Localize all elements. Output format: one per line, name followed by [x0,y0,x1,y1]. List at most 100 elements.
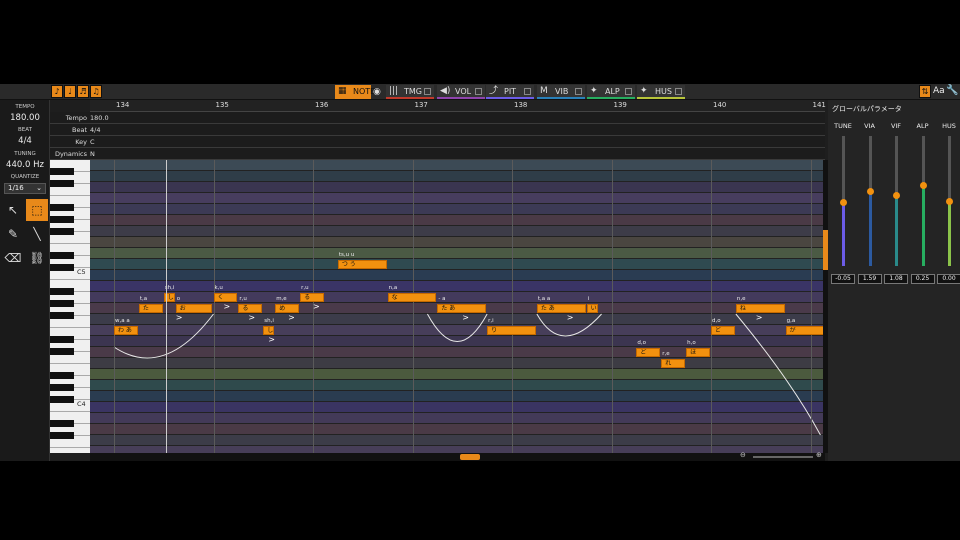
param-slider-fill [948,201,951,266]
zoom-slider[interactable] [753,456,813,458]
phoneme-label: t,a [139,296,148,302]
black-key[interactable] [50,372,74,379]
key-row[interactable]: Key C [50,136,825,148]
tab-note[interactable]: ▦ NOTE ◉ [335,85,381,99]
tempo-value[interactable]: 180.00 [0,113,50,123]
note-block[interactable]: ど [711,326,735,335]
note-block[interactable]: お [175,304,213,313]
pitch-tool-icon[interactable]: ♬ [77,85,89,98]
bar-line [114,160,115,453]
tab-visibility-checkbox[interactable] [424,88,431,95]
pencil-tool-icon[interactable]: ✎ [2,223,24,245]
note-block[interactable]: ね [735,304,785,313]
note-block[interactable]: し [263,326,275,335]
note-block[interactable]: た あ [536,304,586,313]
black-key[interactable] [50,420,74,427]
param-slider-knob[interactable] [866,187,874,195]
param-slider-knob[interactable] [946,198,953,205]
param-slider-knob[interactable] [840,199,847,207]
note-block[interactable]: ほ [686,348,710,357]
tab-visibility-checkbox[interactable] [625,88,632,95]
black-key[interactable] [50,168,74,175]
phoneme-tool-icon[interactable]: ♫ [90,85,102,98]
eye-icon[interactable]: ◉ [373,86,385,97]
tab-hus[interactable]: ✦ HUS [637,85,685,99]
accent-icon: > [223,302,231,311]
note-block[interactable]: れ [661,359,686,368]
piano-keyboard[interactable]: C5 C4 [50,160,90,453]
note-block[interactable]: つ う [337,260,387,269]
white-key[interactable] [50,448,90,453]
bar-ruler[interactable]: 134 135 136 137 138 139 140 141 [90,100,826,112]
tempo-row[interactable]: Tempo 180.0 [50,112,825,124]
tab-pit[interactable]: ⤴ PIT [486,85,534,99]
note-block[interactable]: く [213,293,238,302]
note-block[interactable]: わ あ [114,326,138,335]
black-key[interactable] [50,348,74,355]
black-key[interactable] [50,288,74,295]
note-block[interactable]: な [387,293,437,302]
note-tool-icon[interactable]: ♪ [51,85,63,98]
black-key[interactable] [50,432,74,439]
select-tool-icon[interactable]: ⬚ [26,199,48,221]
param-slider-knob[interactable] [893,191,900,199]
note-block[interactable]: る [238,304,263,313]
param-value-field[interactable]: 1.08 [884,274,908,284]
phoneme-label: n,e [736,296,746,302]
black-key[interactable] [50,300,74,307]
note-grid[interactable]: わ あ w,a a た t,a し sh,i お o く k,u る r,u し sh,i め m,e る r,u… [90,160,825,453]
black-key[interactable] [50,264,74,271]
note-block[interactable]: た [138,304,163,313]
note-block[interactable]: い [586,304,598,313]
tuning-value[interactable]: 440.0 Hz [0,160,50,170]
playhead[interactable] [166,160,167,453]
param-value-field[interactable]: 1.59 [857,274,882,284]
param-value-field[interactable]: -0.05 [831,274,855,284]
black-key[interactable] [50,252,74,259]
dynamics-row[interactable]: Dynamics N [50,148,825,160]
black-key[interactable] [50,312,74,319]
pitch-curve[interactable] [426,313,488,342]
quantize-select[interactable]: 1/16 ⌄ [4,183,46,194]
bar-line [711,160,712,453]
tab-tmg[interactable]: ||| TMG [386,85,434,99]
bar-number: 139 [613,101,627,109]
mixer-icon[interactable]: ⇅ [919,85,931,98]
line-tool-icon[interactable]: ╲ [26,223,48,245]
tab-visibility-checkbox[interactable] [524,88,531,95]
note-block[interactable]: た あ [437,304,487,313]
black-key[interactable] [50,336,74,343]
horizontal-scroll-thumb[interactable] [460,454,480,460]
param-value-field[interactable]: 0.00 [937,274,960,284]
eraser-tool-icon[interactable]: ⌫ [2,247,24,269]
note-block[interactable]: る [300,293,324,302]
zoom-in-icon[interactable]: ⊕ [816,451,822,459]
wrench-icon[interactable]: 🔧 [946,85,958,96]
black-key[interactable] [50,384,74,391]
note-block[interactable]: り [487,326,536,335]
link-tool-icon[interactable]: ⛓ [26,247,48,269]
arrow-tool-icon[interactable]: ↖ [2,199,24,221]
beat-value[interactable]: 4/4 [0,136,50,146]
tab-visibility-checkbox[interactable] [475,88,482,95]
note-block[interactable]: ど [636,348,661,357]
horizontal-scrollbar[interactable]: ⊖ ⊕ [90,451,825,461]
beat-row[interactable]: Beat 4/4 [50,124,825,136]
note-block[interactable]: が [785,326,825,335]
tab-vol[interactable]: ◀) VOL [437,85,485,99]
black-key[interactable] [50,228,74,235]
param-slider-knob[interactable] [919,182,927,190]
tab-vib[interactable]: M VIB [537,85,585,99]
tab-alp[interactable]: ✦ ALP [587,85,635,99]
black-key[interactable] [50,396,74,403]
zoom-out-icon[interactable]: ⊖ [740,451,746,459]
font-size-button[interactable]: Aa [933,86,945,96]
param-value-field[interactable]: 0.25 [910,274,935,284]
black-key[interactable] [50,216,74,223]
tab-visibility-checkbox[interactable] [675,88,682,95]
timing-tool-icon[interactable]: ♩ [64,85,76,98]
note-block[interactable]: め [275,304,300,313]
black-key[interactable] [50,180,74,187]
black-key[interactable] [50,204,74,211]
tab-visibility-checkbox[interactable] [575,88,582,95]
